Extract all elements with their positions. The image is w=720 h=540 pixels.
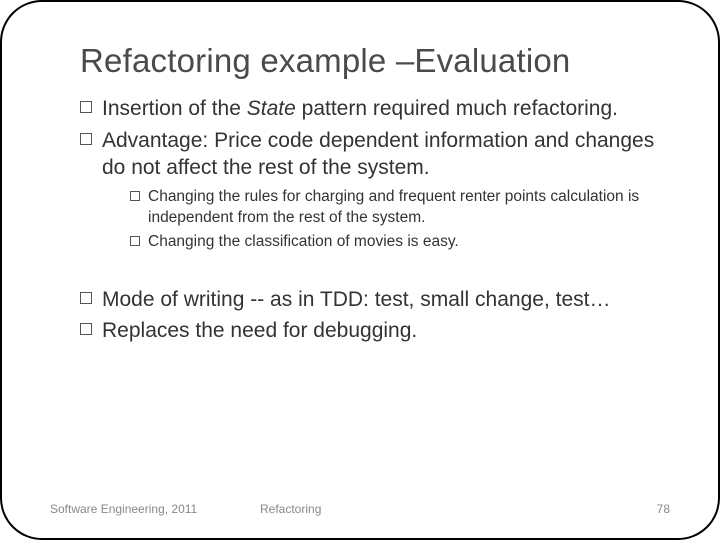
bullet-item: Replaces the need for debugging. [80, 317, 660, 344]
slide-title: Refactoring example –Evaluation [80, 40, 670, 81]
bullet-text: Mode of writing -- as in TDD: test, smal… [102, 288, 610, 311]
sub-bullet-item: Changing the rules for charging and freq… [130, 187, 660, 229]
square-bullet-icon [80, 133, 92, 145]
bullet-text-pre: Insertion of the [102, 97, 247, 120]
square-bullet-icon [80, 292, 92, 304]
sub-bullet-item: Changing the classification of movies is… [130, 232, 660, 253]
footer-page: 78 [610, 502, 670, 516]
square-bullet-icon [80, 323, 92, 335]
slide-footer: Software Engineering, 2011 Refactoring 7… [50, 502, 670, 516]
bullet-item: Mode of writing -- as in TDD: test, smal… [80, 286, 660, 313]
sub-bullet-text: Changing the rules for charging and freq… [148, 188, 639, 226]
bullet-item: Insertion of the State pattern required … [80, 95, 660, 122]
bullet-text: Advantage: Price code dependent informat… [102, 129, 654, 179]
bullet-text-post: pattern required much refactoring. [296, 97, 618, 120]
footer-left: Software Engineering, 2011 [50, 502, 260, 516]
spacer [80, 268, 660, 282]
bullet-item: Advantage: Price code dependent informat… [80, 127, 660, 264]
sub-bullet-text: Changing the classification of movies is… [148, 233, 459, 250]
sub-bullet-list: Changing the rules for charging and freq… [102, 181, 660, 264]
bullet-text: Replaces the need for debugging. [102, 319, 417, 342]
square-bullet-icon [130, 191, 140, 201]
square-bullet-icon [80, 101, 92, 113]
bullet-text-emph: State [247, 97, 296, 120]
square-bullet-icon [130, 236, 140, 246]
footer-center: Refactoring [260, 502, 610, 516]
bullet-list: Insertion of the State pattern required … [50, 95, 670, 344]
slide-frame: Refactoring example –Evaluation Insertio… [0, 0, 720, 540]
